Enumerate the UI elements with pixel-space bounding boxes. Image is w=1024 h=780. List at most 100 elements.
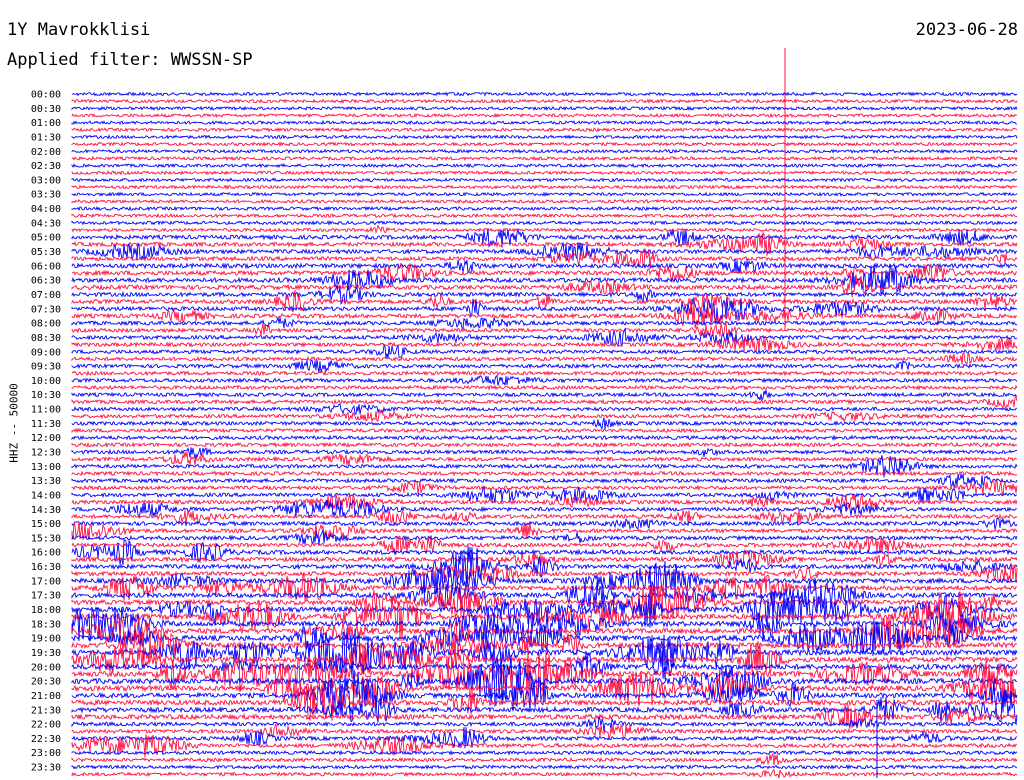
- tick-label: 08:00: [31, 319, 61, 330]
- tick-label: 01:00: [31, 118, 61, 129]
- tick-label: 10:30: [31, 390, 61, 401]
- trace-row: [71, 768, 1018, 779]
- tick-label: 15:00: [31, 519, 61, 530]
- tick-label: 01:30: [31, 133, 61, 144]
- tick-label: 14:00: [31, 491, 61, 502]
- trace-row: [71, 751, 1018, 766]
- tick-label: 10:00: [31, 376, 61, 387]
- tick-label: 22:30: [31, 734, 61, 745]
- trace-row: [71, 228, 1018, 249]
- trace-row: [71, 184, 1018, 190]
- trace-row: [71, 417, 1018, 430]
- trace-row: [71, 98, 1018, 104]
- trace-row: [71, 434, 1018, 441]
- tick-label: 04:30: [31, 218, 61, 229]
- trace-row: [71, 148, 1018, 155]
- trace-row: [71, 258, 1018, 274]
- trace-row: [71, 344, 1018, 359]
- tick-label: 03:00: [31, 175, 61, 186]
- trace-row: [71, 447, 1018, 459]
- trace-row: [71, 409, 1018, 423]
- tick-label: 19:30: [31, 648, 61, 659]
- tick-label: 22:00: [31, 720, 61, 731]
- trace-row: [71, 473, 1018, 489]
- trace-row: [71, 177, 1018, 183]
- tick-label: 20:30: [31, 677, 61, 688]
- trace-row: [71, 170, 1018, 176]
- trace-row: [71, 451, 1018, 466]
- trace-row: [71, 384, 1018, 391]
- trace-row: [71, 264, 1018, 295]
- seismic-traces: [71, 48, 1018, 779]
- tick-label: 02:00: [31, 147, 61, 158]
- trace-row: [71, 162, 1018, 169]
- trace-row: [71, 334, 1018, 354]
- tick-label: 04:00: [31, 204, 61, 215]
- tick-label: 11:00: [31, 405, 61, 416]
- trace-row: [71, 155, 1018, 162]
- trace-row: [71, 395, 1018, 409]
- time-tick-labels: 00:00 00:30 01:00 01:30 02:00 02:30 03:00 03:30…: [31, 90, 61, 774]
- tick-label: 11:30: [31, 419, 61, 430]
- trace-row: [71, 375, 1018, 386]
- trace-row: [71, 716, 1018, 732]
- trace-row: [71, 763, 1018, 771]
- tick-label: 02:30: [31, 161, 61, 172]
- tick-label: 07:00: [31, 290, 61, 301]
- trace-row: [71, 91, 1018, 97]
- tick-label: 06:00: [31, 261, 61, 272]
- trace-row: [71, 470, 1018, 477]
- tick-label: 14:30: [31, 505, 61, 516]
- trace-row: [71, 573, 1018, 602]
- trace-row: [71, 191, 1018, 198]
- tick-label: 17:00: [31, 576, 61, 587]
- trace-row: [71, 518, 1018, 530]
- helicorder-plot: 00:00 00:30 01:00 01:30 02:00 02:30 03:00 03:30…: [31, 48, 1018, 779]
- tick-label: 08:30: [31, 333, 61, 344]
- tick-label: 09:00: [31, 347, 61, 358]
- tick-label: 23:00: [31, 748, 61, 759]
- tick-label: 21:30: [31, 705, 61, 716]
- trace-row: [71, 112, 1018, 119]
- tick-label: 16:00: [31, 548, 61, 559]
- tick-label: 23:30: [31, 763, 61, 774]
- tick-label: 07:30: [31, 304, 61, 315]
- tick-label: 13:00: [31, 462, 61, 473]
- trace-row: [71, 352, 1018, 365]
- trace-row: [71, 224, 1018, 235]
- trace-row: [71, 403, 1018, 415]
- trace-row: [71, 427, 1018, 434]
- tick-label: 18:00: [31, 605, 61, 616]
- tick-label: 12:00: [31, 433, 61, 444]
- trace-row: [71, 105, 1018, 111]
- tick-label: 00:30: [31, 104, 61, 115]
- tick-label: 05:00: [31, 233, 61, 244]
- trace-row: [71, 441, 1018, 448]
- trace-row: [71, 198, 1018, 205]
- tick-label: 13:30: [31, 476, 61, 487]
- trace-row: [71, 749, 1018, 756]
- tick-label: 17:30: [31, 591, 61, 602]
- trace-row: [71, 127, 1018, 133]
- tick-label: 16:30: [31, 562, 61, 573]
- tick-label: 20:00: [31, 662, 61, 673]
- tick-label: 06:30: [31, 276, 61, 287]
- tick-label: 05:30: [31, 247, 61, 258]
- trace-row: [71, 141, 1018, 148]
- trace-row: [71, 119, 1018, 126]
- trace-row: [71, 205, 1018, 212]
- trace-row: [71, 134, 1018, 140]
- tick-label: 09:30: [31, 362, 61, 373]
- tick-label: 21:00: [31, 691, 61, 702]
- trace-row: [71, 389, 1018, 403]
- trace-row: [71, 359, 1018, 373]
- tick-label: 18:30: [31, 619, 61, 630]
- tick-label: 03:30: [31, 190, 61, 201]
- trace-row: [71, 220, 1018, 226]
- tick-label: 15:30: [31, 533, 61, 544]
- trace-row: [71, 369, 1018, 377]
- tick-label: 19:00: [31, 634, 61, 645]
- tick-label: 00:00: [31, 90, 61, 101]
- trace-row: [71, 212, 1018, 219]
- tick-label: 12:30: [31, 448, 61, 459]
